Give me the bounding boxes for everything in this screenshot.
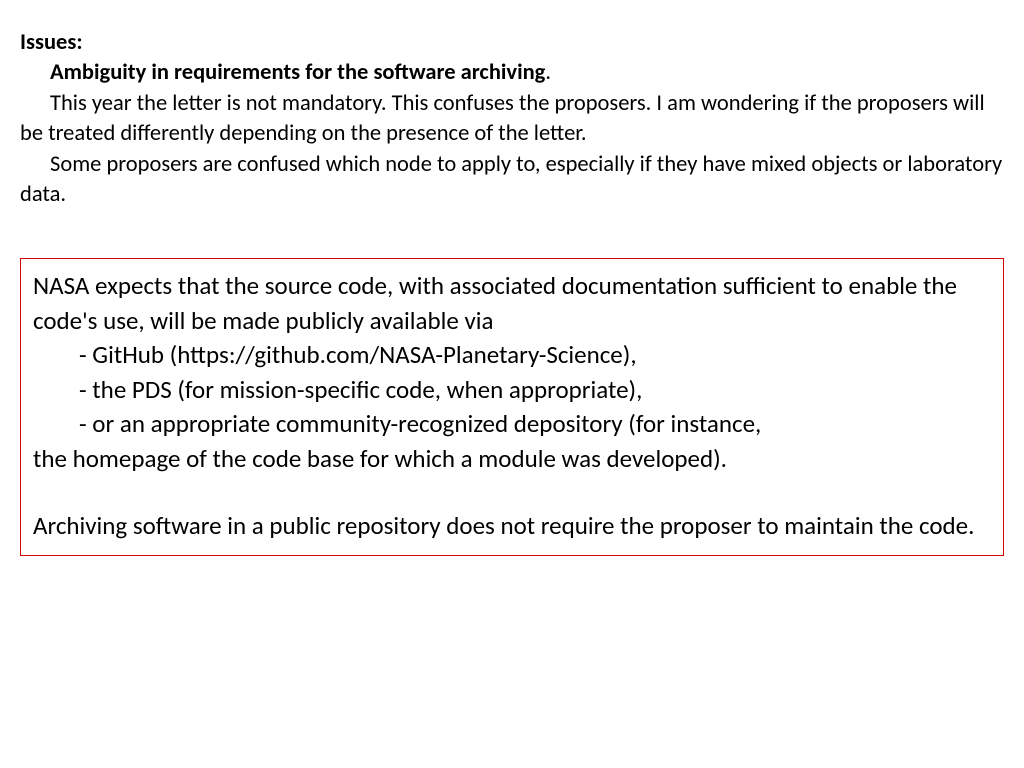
quote-intro: NASA expects that the source code, with … <box>33 269 991 338</box>
issues-heading: Issues: <box>20 28 1004 58</box>
quote-bullet-2: - the PDS (for mission-specific code, wh… <box>33 373 991 408</box>
quote-bullet-3: - or an appropriate community-recognized… <box>33 407 991 442</box>
quote-bullet-1: - GitHub (https://github.com/NASA-Planet… <box>33 338 991 373</box>
quote-box: NASA expects that the source code, with … <box>20 258 1004 556</box>
quote-bullet-3-tail: the homepage of the code base for which … <box>33 442 991 477</box>
subtitle-text: Ambiguity in requirements for the softwa… <box>20 58 545 88</box>
issues-subtitle: Ambiguity in requirements for the softwa… <box>20 58 1004 88</box>
para1: This year the letter is not mandatory. T… <box>20 89 1004 150</box>
slide-content: Issues: Ambiguity in requirements for th… <box>0 0 1024 768</box>
para1-line-a: This year the letter is not mandatory. T… <box>20 90 696 117</box>
issues-block: Issues: Ambiguity in requirements for th… <box>20 28 1004 210</box>
quote-closing: Archiving software in a public repositor… <box>33 509 991 544</box>
para2: Some proposers are confused which node t… <box>20 150 1004 211</box>
para2-line-a: Some proposers are confused which node t… <box>20 151 746 178</box>
subtitle-period: . <box>545 59 551 86</box>
